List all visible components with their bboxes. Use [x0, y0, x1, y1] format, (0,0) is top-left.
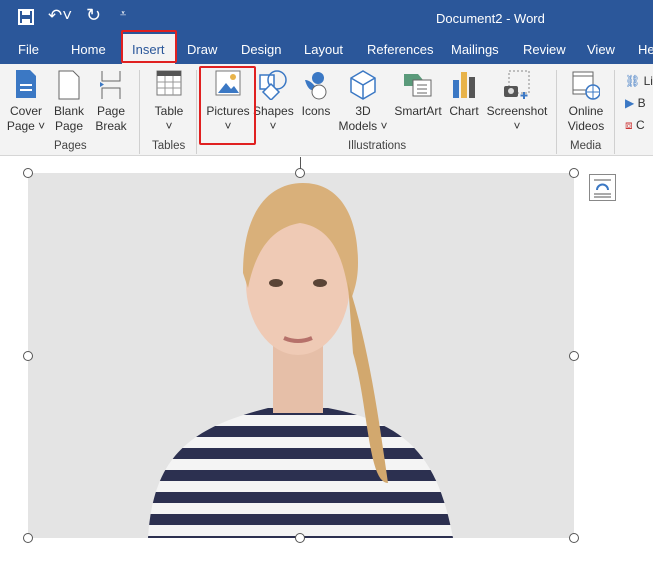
link-icon: ⛓ — [625, 74, 641, 88]
label: Page — [54, 119, 84, 133]
ribbon: Cover Page ˅ Blank Page Page Break Pages Ta… — [0, 64, 653, 156]
window-title: Document2 - Word — [436, 11, 545, 26]
chevron-down-icon: ˅ — [269, 119, 277, 133]
label: SmartArt — [394, 104, 442, 118]
tab-review[interactable]: Review — [523, 42, 566, 57]
group-pages-label: Pages — [54, 140, 87, 152]
divider — [614, 70, 615, 154]
cube-icon — [350, 70, 376, 100]
undo-icon[interactable]: ↶˅ — [48, 6, 72, 26]
tab-draw[interactable]: Draw — [187, 42, 217, 57]
screenshot-button[interactable]: Screenshot ˅ — [486, 64, 548, 138]
label: B — [637, 96, 646, 110]
screenshot-icon — [504, 70, 530, 99]
chevron-down-icon: ˅ — [513, 119, 521, 133]
resize-handle-nw[interactable] — [23, 168, 33, 178]
customize-icon[interactable]: ⩡ — [120, 8, 126, 21]
table-icon — [156, 70, 182, 96]
icons-icon — [305, 72, 327, 100]
redo-icon[interactable]: ↻ — [86, 5, 101, 26]
tab-references[interactable]: References — [367, 42, 433, 57]
blank-page-icon — [58, 70, 80, 100]
layout-options-icon[interactable] — [589, 174, 616, 201]
group-illustrations-label: Illustrations — [348, 140, 407, 152]
shapes-icon — [259, 70, 287, 100]
portrait-photo — [148, 183, 453, 538]
cover-page-button[interactable]: Cover Page ˅ — [4, 64, 48, 138]
smartart-icon — [404, 74, 432, 97]
title-bar: ↶˅ ↻ ⩡ Document2 - Word — [0, 0, 653, 34]
page-break-button[interactable]: Page Break — [92, 64, 130, 138]
smartart-button[interactable]: SmartArt — [392, 64, 444, 138]
divider — [139, 70, 140, 154]
ribbon-tabs: File Home Insert Draw Design Layout Refe… — [0, 34, 653, 64]
label: Page — [96, 104, 126, 118]
bookmark-button[interactable]: ▶ B — [625, 92, 653, 114]
online-videos-button[interactable]: Online Videos — [562, 64, 610, 138]
label: Models ˅ — [338, 119, 388, 133]
resize-handle-se[interactable] — [569, 533, 579, 543]
label: Blank — [53, 104, 85, 118]
tab-file[interactable]: File — [18, 42, 39, 57]
resize-handle-sw[interactable] — [23, 533, 33, 543]
label: Page ˅ — [6, 119, 46, 133]
tab-design[interactable]: Design — [241, 42, 281, 57]
chart-button[interactable]: Chart — [446, 64, 482, 138]
label: Table — [154, 104, 184, 118]
chevron-down-icon: ˅ — [165, 119, 173, 133]
divider — [556, 70, 557, 154]
cross-reference-button[interactable]: ⧈ C — [625, 114, 653, 136]
pictures-highlight — [199, 66, 256, 145]
resize-handle-s[interactable] — [295, 533, 305, 543]
tab-mailings[interactable]: Mailings — [451, 42, 499, 57]
label: 3D — [355, 104, 371, 118]
label: Chart — [449, 104, 479, 118]
blank-page-button[interactable]: Blank Page — [50, 64, 88, 138]
bookmark-icon: ▶ — [625, 96, 635, 110]
link-button[interactable]: ⛓ Li — [625, 70, 653, 92]
cross-reference-icon: ⧈ — [625, 118, 633, 132]
page-break-icon — [100, 71, 121, 99]
resize-handle-ne[interactable] — [569, 168, 579, 178]
3d-models-button[interactable]: 3D Models ˅ — [337, 64, 389, 138]
tab-view[interactable]: View — [587, 42, 615, 57]
label: Icons — [301, 104, 331, 118]
tab-layout[interactable]: Layout — [304, 42, 343, 57]
chart-icon — [453, 72, 475, 98]
shapes-button[interactable]: Shapes ˅ — [253, 64, 294, 138]
resize-handle-w[interactable] — [23, 351, 33, 361]
resize-handle-n[interactable] — [295, 168, 305, 178]
save-icon[interactable] — [18, 9, 34, 25]
label: Shapes — [253, 104, 294, 118]
label: Screenshot — [486, 104, 548, 118]
tab-help[interactable]: He — [638, 42, 653, 57]
cover-page-icon — [16, 70, 36, 98]
label: Online — [568, 104, 604, 118]
tab-home[interactable]: Home — [71, 42, 106, 57]
label: Videos — [567, 119, 605, 133]
table-button[interactable]: Table ˅ — [149, 64, 189, 138]
label: Li — [643, 74, 653, 88]
icons-button[interactable]: Icons — [297, 64, 335, 138]
label: Break — [95, 119, 127, 133]
resize-handle-e[interactable] — [569, 351, 579, 361]
group-media-label: Media — [570, 140, 602, 152]
inserted-picture[interactable] — [28, 173, 574, 538]
group-tables-label: Tables — [152, 140, 186, 152]
online-video-icon — [572, 71, 600, 100]
label: C — [635, 118, 645, 132]
divider — [196, 70, 197, 154]
insert-highlight — [121, 30, 177, 63]
label: Cover — [9, 104, 42, 118]
